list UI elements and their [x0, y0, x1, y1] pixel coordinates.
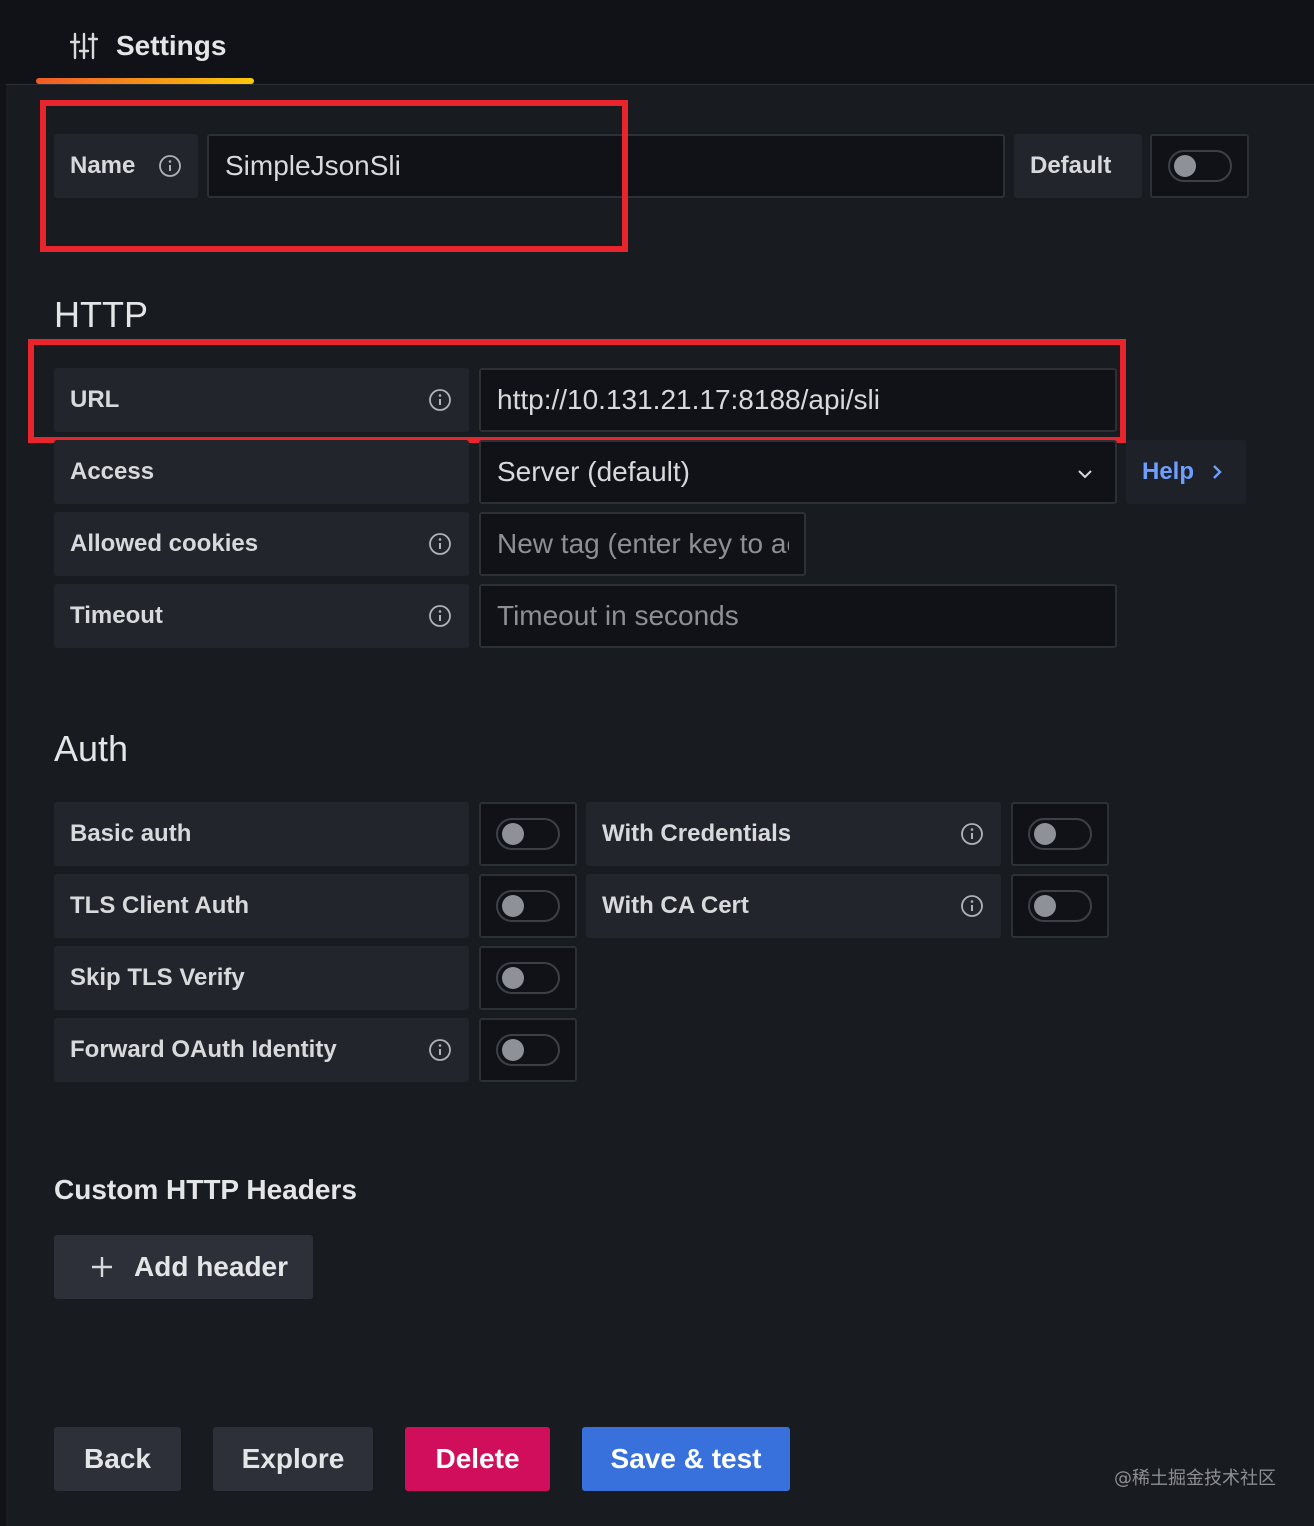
tls-client-auth-toggle-box	[479, 874, 577, 938]
info-icon[interactable]	[428, 532, 452, 556]
toggle-knob	[502, 823, 524, 845]
with-ca-cert-toggle-box	[1011, 874, 1109, 938]
help-button[interactable]: Help	[1126, 440, 1246, 504]
left-edge	[0, 84, 6, 1526]
chevron-right-icon	[1213, 465, 1222, 479]
auth-section-title: Auth	[54, 728, 129, 769]
info-icon[interactable]	[428, 1038, 452, 1062]
watermark: @稀土掘金技术社区	[1114, 1468, 1276, 1489]
forward-oauth-toggle[interactable]	[496, 1034, 560, 1066]
forward-oauth-label: Forward OAuth Identity	[54, 1018, 469, 1082]
delete-button[interactable]: Delete	[405, 1427, 550, 1491]
tab-settings-label: Settings	[116, 30, 227, 61]
forward-oauth-toggle-box	[479, 1018, 577, 1082]
explore-button[interactable]: Explore	[213, 1427, 373, 1491]
tab-settings[interactable]: Settings	[36, 0, 254, 84]
tls-client-auth-label: TLS Client Auth	[54, 874, 469, 938]
default-toggle[interactable]	[1167, 150, 1232, 182]
access-label: Access	[54, 440, 469, 504]
skip-tls-verify-label: Skip TLS Verify	[54, 946, 469, 1010]
chevron-down-icon	[1078, 470, 1092, 479]
save-test-button[interactable]: Save & test	[582, 1427, 790, 1491]
info-icon[interactable]	[960, 894, 984, 918]
sliders-icon	[70, 32, 98, 60]
with-credentials-label: With Credentials	[586, 802, 1001, 866]
toggle-knob	[502, 1039, 524, 1061]
skip-tls-verify-toggle-box	[479, 946, 577, 1010]
custom-headers-title: Custom HTTP Headers	[54, 1174, 357, 1205]
plus-icon	[92, 1257, 112, 1277]
toggle-knob	[1173, 155, 1196, 177]
info-icon[interactable]	[158, 154, 182, 178]
url-input[interactable]: http://10.131.21.17:8188/api/sli	[479, 368, 1117, 432]
top-bar: Settings	[0, 0, 1314, 85]
default-label: Default	[1014, 134, 1142, 198]
info-icon[interactable]	[428, 604, 452, 628]
info-icon[interactable]	[428, 388, 452, 412]
access-select[interactable]: Server (default)	[479, 440, 1117, 504]
toggle-knob	[502, 895, 524, 917]
with-credentials-toggle-box	[1011, 802, 1109, 866]
name-label: Name	[54, 134, 198, 198]
back-button[interactable]: Back	[54, 1427, 181, 1491]
timeout-input[interactable]: Timeout in seconds	[479, 584, 1117, 648]
active-tab-indicator	[36, 78, 254, 84]
toggle-knob	[502, 967, 524, 989]
allowed-cookies-label: Allowed cookies	[54, 512, 469, 576]
basic-auth-toggle[interactable]	[496, 818, 560, 850]
tls-client-auth-toggle[interactable]	[496, 890, 560, 922]
url-label: URL	[54, 368, 469, 432]
allowed-cookies-input[interactable]: New tag (enter key to ac	[479, 512, 806, 576]
default-toggle-box	[1150, 134, 1249, 198]
toggle-knob	[1034, 823, 1056, 845]
timeout-label: Timeout	[54, 584, 469, 648]
toggle-knob	[1034, 895, 1056, 917]
info-icon[interactable]	[960, 822, 984, 846]
http-section-title: HTTP	[54, 294, 148, 335]
with-ca-cert-toggle[interactable]	[1028, 890, 1092, 922]
with-credentials-toggle[interactable]	[1028, 818, 1092, 850]
basic-auth-label: Basic auth	[54, 802, 469, 866]
add-header-button[interactable]: Add header	[54, 1235, 313, 1299]
basic-auth-toggle-box	[479, 802, 577, 866]
name-input[interactable]: SimpleJsonSli	[207, 134, 1005, 198]
with-ca-cert-label: With CA Cert	[586, 874, 1001, 938]
skip-tls-verify-toggle[interactable]	[496, 962, 560, 994]
